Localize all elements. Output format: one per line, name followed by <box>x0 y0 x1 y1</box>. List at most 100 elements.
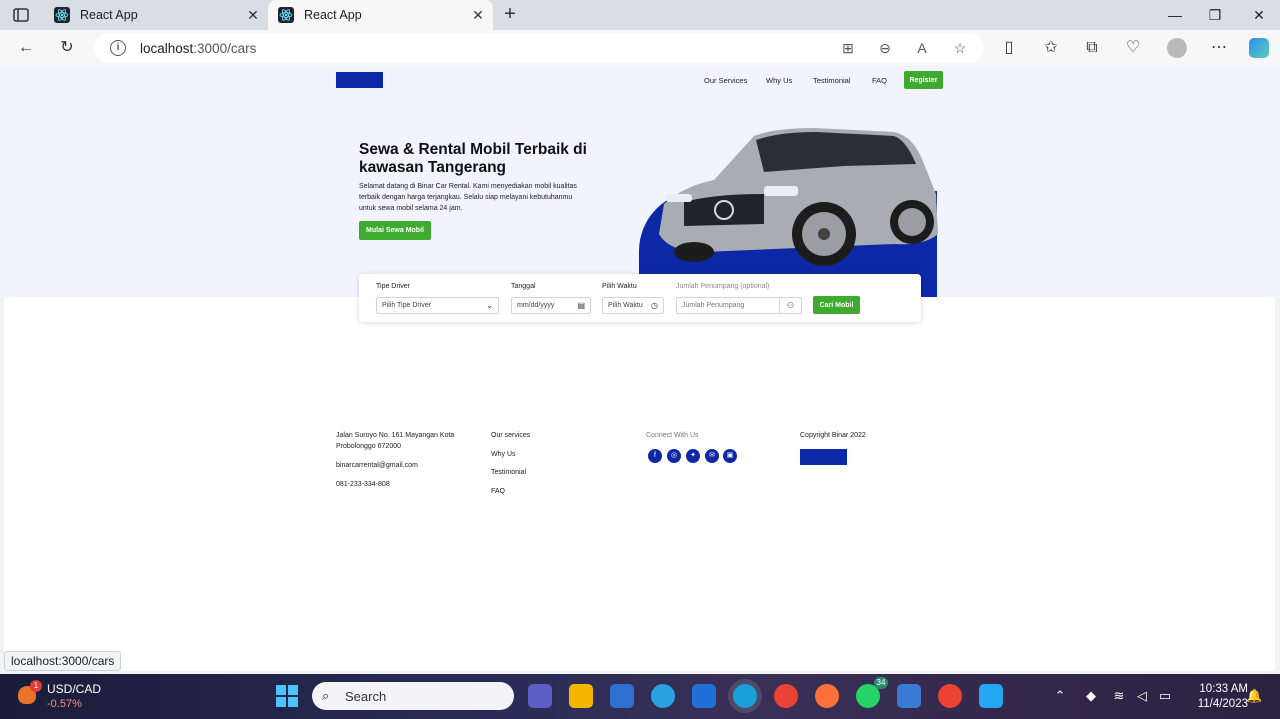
profile-avatar[interactable] <box>1167 38 1187 58</box>
users-icon: ⚇ <box>779 298 801 313</box>
copyright-text: Copyright Binar 2022 <box>800 432 866 439</box>
browser-toolbar: ← ↻ i localhost:3000/cars ⊞ ⊖ A ☆ ▯ ✩ ⧉ … <box>0 30 1280 66</box>
restore-icon[interactable]: ❐ <box>1206 6 1224 24</box>
security-icon[interactable]: ◆ <box>1083 688 1099 704</box>
search-icon: ⌕ <box>322 688 330 703</box>
driver-type-label: Tipe Driver <box>376 283 410 290</box>
date-placeholder: mm/dd/yyyy <box>517 302 555 309</box>
driver-type-value: Pilih Tipe Driver <box>382 302 432 309</box>
facebook-icon[interactable]: f <box>648 449 662 463</box>
nav-link-why-us[interactable]: Why Us <box>766 76 792 85</box>
weather-widget[interactable]: 1 USD/CAD -0.57% <box>18 680 108 714</box>
favorites-icon[interactable]: ✩ <box>1042 39 1060 57</box>
twitch-icon[interactable]: ▣ <box>723 449 737 463</box>
footer-brand-logo[interactable] <box>800 449 847 465</box>
footer-link-testimonial[interactable]: Testimonial <box>491 467 526 478</box>
mail-app-icon[interactable] <box>692 684 716 708</box>
search-card: Tipe Driver Pilih Tipe Driver ⌄ Tanggal … <box>359 274 921 322</box>
start-rent-button[interactable]: Mulai Sewa Mobil <box>359 221 431 240</box>
collections-icon[interactable]: ⧉ <box>1083 39 1101 57</box>
favorite-star-icon[interactable]: ☆ <box>952 40 968 56</box>
chrome-profile-icon[interactable] <box>938 684 962 708</box>
footer-email: binarcarrental@gmail.com <box>336 462 418 469</box>
status-bar-url: localhost:3000/cars <box>4 651 122 671</box>
footer-phone: 081-233-334-808 <box>336 481 390 488</box>
time-label: Pilih Waktu <box>602 283 637 290</box>
zoom-icon[interactable]: ⊖ <box>877 40 893 56</box>
browser-essentials-icon[interactable]: ♡ <box>1124 39 1142 57</box>
windows-start-icon[interactable] <box>276 685 298 707</box>
mail-icon[interactable]: ✉ <box>705 449 719 463</box>
car-image <box>659 128 938 266</box>
footer-link-faq[interactable]: FAQ <box>491 486 505 497</box>
vscode-icon[interactable] <box>979 684 1003 708</box>
ticker-change: -0.57% <box>47 698 82 710</box>
new-tab-icon[interactable]: + <box>500 4 520 24</box>
teams-icon[interactable] <box>528 684 552 708</box>
chevron-up-icon[interactable]: ⌃ <box>1052 688 1068 704</box>
taskbar-search[interactable]: ⌕ Search <box>312 682 514 710</box>
passenger-label: Jumlah Penumpang (optional) <box>676 283 770 290</box>
battery-icon[interactable]: ▭ <box>1157 688 1173 704</box>
react-icon <box>278 7 294 23</box>
split-screen-icon[interactable]: ▯ <box>1000 39 1018 57</box>
footer-link-our-services[interactable]: Our services <box>491 430 530 441</box>
clock-date: 11/4/2023 <box>1197 698 1248 710</box>
footer-address: Jalan Suroyo No. 161 Mayangan Kota Probo… <box>336 432 455 450</box>
date-input[interactable]: mm/dd/yyyy ▤ <box>511 297 591 314</box>
address-bar[interactable]: i localhost:3000/cars ⊞ ⊖ A ☆ <box>94 33 984 63</box>
whatsapp-icon[interactable]: 34 <box>856 677 888 708</box>
window-close-icon[interactable]: ✕ <box>1250 6 1268 24</box>
site-info-icon[interactable]: i <box>110 40 126 56</box>
register-button[interactable]: Register <box>904 71 943 89</box>
hero-description: Selamat datang di Binar Car Rental. Kami… <box>359 183 577 212</box>
close-icon[interactable]: ✕ <box>246 8 260 22</box>
taskbar-clock[interactable]: 10:33 AM 11/4/2023 <box>1178 682 1248 712</box>
search-placeholder: Search <box>345 689 387 704</box>
clock-icon: ◷ <box>651 301 658 310</box>
page-viewport: Our Services Why Us Testimonial FAQ Regi… <box>4 66 1275 671</box>
wifi-icon[interactable]: ≋ <box>1111 688 1127 704</box>
react-icon <box>54 7 70 23</box>
notepad-icon[interactable] <box>897 684 921 708</box>
firefox-icon[interactable] <box>815 684 839 708</box>
connect-title: Connect With Us <box>646 432 699 439</box>
nav-link-testimonial[interactable]: Testimonial <box>813 76 851 85</box>
instagram-icon[interactable]: ◎ <box>667 449 681 463</box>
twitter-icon[interactable]: ✦ <box>686 449 700 463</box>
hero-title: Sewa & Rental Mobil Terbaik di kawasan T… <box>359 141 587 176</box>
browser-tab-active[interactable]: React App ✕ <box>268 0 493 30</box>
app-available-icon[interactable]: ⊞ <box>840 40 856 56</box>
driver-type-select[interactable]: Pilih Tipe Driver ⌄ <box>376 297 499 314</box>
telegram-icon[interactable] <box>651 684 675 708</box>
nav-link-faq[interactable]: FAQ <box>872 76 887 85</box>
notification-bell-icon[interactable]: 🔔 <box>1246 688 1262 704</box>
store-icon[interactable] <box>610 684 634 708</box>
clock-time: 10:33 AM <box>1199 683 1248 695</box>
whatsapp-badge: 34 <box>874 677 888 689</box>
close-icon[interactable]: ✕ <box>471 8 485 22</box>
time-select[interactable]: Pilih Waktu ◷ <box>602 297 664 314</box>
ticker-label: USD/CAD <box>47 682 102 696</box>
chrome-icon[interactable] <box>774 684 798 708</box>
refresh-icon[interactable]: ↻ <box>58 39 76 57</box>
tab-actions-icon[interactable] <box>12 6 30 24</box>
date-label: Tanggal <box>511 283 536 290</box>
time-value: Pilih Waktu <box>608 302 643 309</box>
calendar-icon[interactable]: ▤ <box>577 298 585 313</box>
search-car-button[interactable]: Cari Mobil <box>813 296 860 314</box>
url-text[interactable]: localhost:3000/cars <box>140 41 256 56</box>
passenger-input[interactable]: Jumlah Penumpang ⚇ <box>676 297 802 314</box>
brand-logo[interactable] <box>336 72 383 88</box>
edge-icon[interactable] <box>733 684 757 708</box>
volume-icon[interactable]: ◁ <box>1134 688 1150 704</box>
minimize-icon[interactable]: — <box>1166 6 1184 24</box>
read-aloud-icon[interactable]: A <box>914 40 930 56</box>
nav-link-our-services[interactable]: Our Services <box>704 76 747 85</box>
file-explorer-icon[interactable] <box>569 684 593 708</box>
browser-tab[interactable]: React App ✕ <box>44 0 268 30</box>
more-menu-icon[interactable]: ⋯ <box>1210 39 1228 57</box>
footer-link-why-us[interactable]: Why Us <box>491 449 516 460</box>
copilot-icon[interactable] <box>1249 38 1269 58</box>
back-icon[interactable]: ← <box>17 39 35 57</box>
